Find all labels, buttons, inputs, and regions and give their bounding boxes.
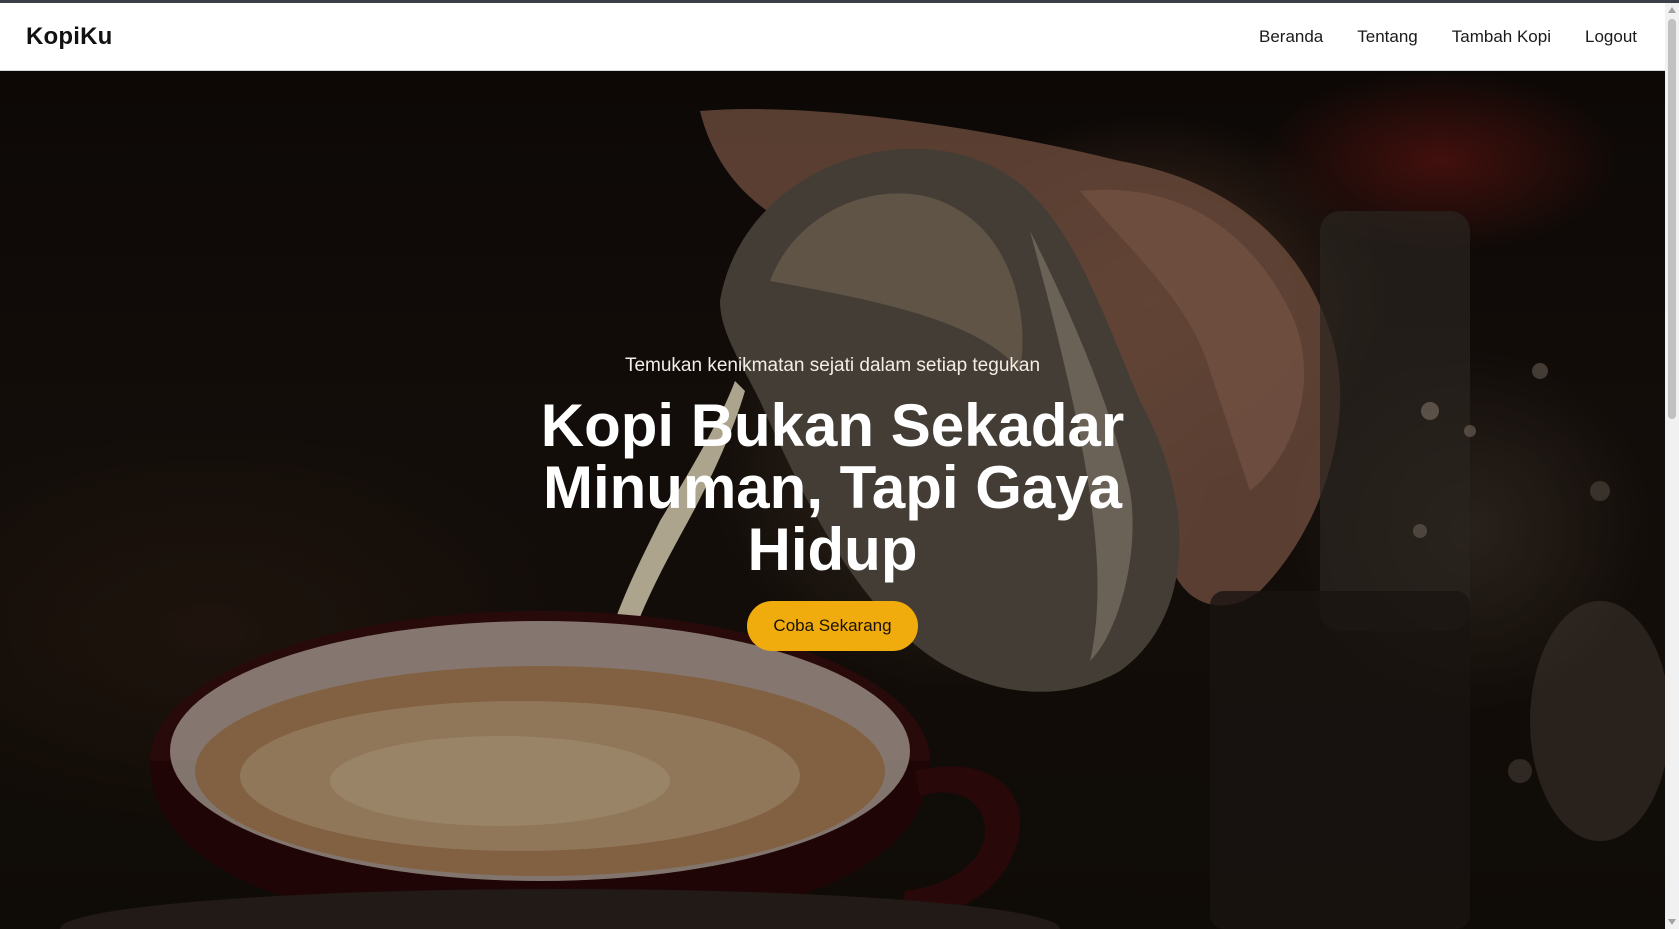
nav-link-logout[interactable]: Logout xyxy=(1585,27,1637,47)
scrollbar-thumb[interactable] xyxy=(1668,19,1676,419)
scroll-down-arrow-icon[interactable] xyxy=(1668,919,1676,925)
page-scrollbar[interactable] xyxy=(1665,3,1679,929)
cta-button[interactable]: Coba Sekarang xyxy=(747,600,918,651)
navbar: KopiKu Beranda Tentang Tambah Kopi Logou… xyxy=(0,3,1665,71)
nav-link-beranda[interactable]: Beranda xyxy=(1259,27,1323,47)
hero-section: Temukan kenikmatan sejati dalam setiap t… xyxy=(0,71,1665,929)
nav-link-tambah-kopi[interactable]: Tambah Kopi xyxy=(1452,27,1551,47)
hero-tagline: Temukan kenikmatan sejati dalam setiap t… xyxy=(624,354,1041,376)
nav-link-tentang[interactable]: Tentang xyxy=(1357,27,1418,47)
scroll-up-arrow-icon[interactable] xyxy=(1668,7,1676,13)
hero-content: Temukan kenikmatan sejati dalam setiap t… xyxy=(0,71,1665,929)
hero-headline: Kopi Bukan Sekadar Minuman, Tapi Gaya Hi… xyxy=(540,391,1125,583)
nav-menu: Beranda Tentang Tambah Kopi Logout xyxy=(1259,27,1637,47)
brand-logo[interactable]: KopiKu xyxy=(26,23,113,51)
